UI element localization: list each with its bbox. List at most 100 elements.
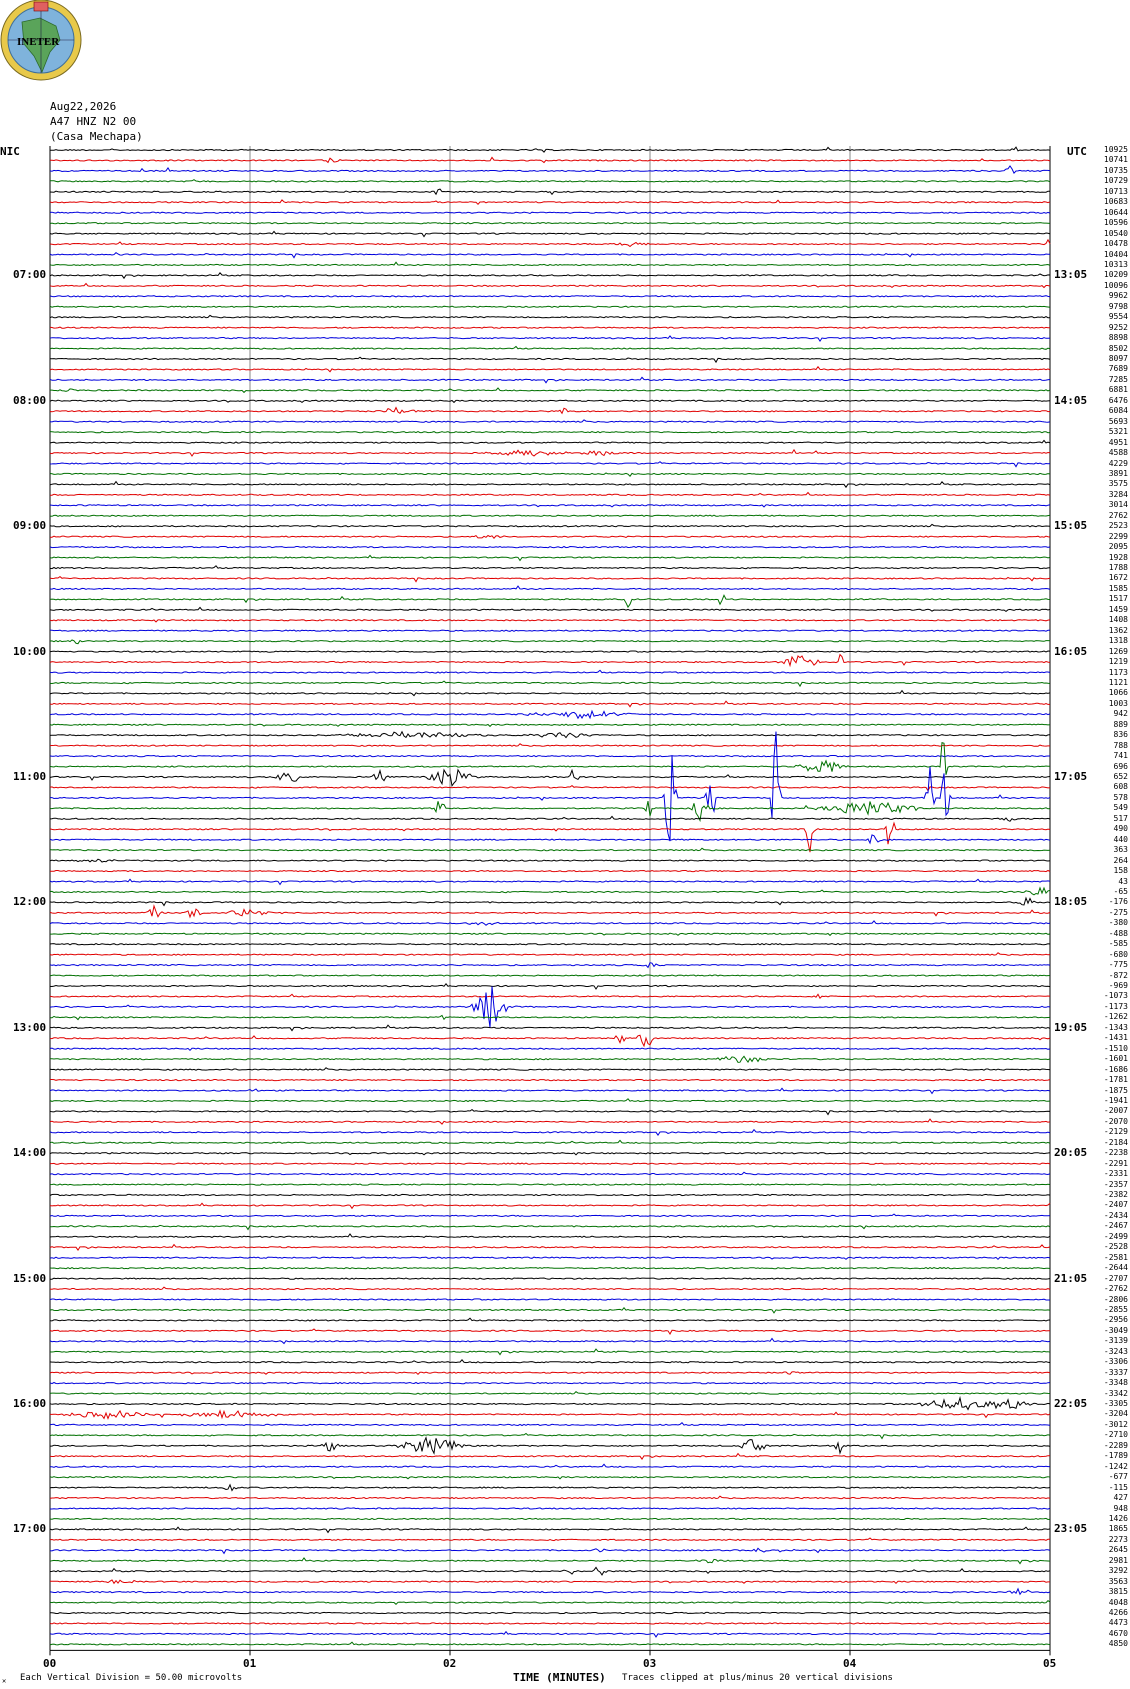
seismic-trace xyxy=(49,272,1051,280)
trace-offset-label: 4670 xyxy=(1108,1628,1128,1638)
trace-offset-label: 158 xyxy=(1113,866,1128,876)
trace-offset-label: -677 xyxy=(1108,1472,1128,1482)
trace-offset-label: -2434 xyxy=(1103,1210,1128,1220)
seismic-trace xyxy=(49,523,1051,528)
seismic-trace xyxy=(49,689,1051,697)
seismic-trace xyxy=(49,480,1051,489)
seismic-trace xyxy=(49,261,1051,267)
seismic-trace xyxy=(49,1213,1051,1218)
seismic-trace xyxy=(49,974,1051,977)
seismic-trace xyxy=(50,1078,1051,1082)
trace-offset-label: 2762 xyxy=(1108,510,1128,520)
seismic-trace xyxy=(49,514,1051,517)
seismic-trace xyxy=(50,1436,1051,1455)
seismic-trace xyxy=(49,821,1051,853)
seismic-trace xyxy=(49,1483,1051,1492)
seismic-trace xyxy=(49,1307,1051,1314)
nic-hour-label: 07:00 xyxy=(13,268,47,282)
trace-offset-label: 1121 xyxy=(1108,677,1128,687)
seismic-trace xyxy=(49,585,1051,591)
trace-offset-label: -2806 xyxy=(1103,1294,1128,1304)
seismic-trace xyxy=(49,1517,1051,1521)
seismic-trace xyxy=(49,993,1051,1000)
seismic-trace xyxy=(49,1557,1051,1565)
x-tick-label: 04 xyxy=(843,1657,857,1671)
seismic-trace xyxy=(49,251,1051,259)
seismic-trace xyxy=(49,834,1051,845)
seismic-trace xyxy=(49,419,1051,423)
trace-offset-label: -1073 xyxy=(1103,991,1128,1001)
trace-offset-label: 1269 xyxy=(1108,646,1128,656)
seismic-trace xyxy=(49,1421,1051,1427)
trace-offset-label: -2467 xyxy=(1103,1221,1128,1231)
seismic-trace xyxy=(49,1381,1051,1385)
seismic-trace xyxy=(49,1641,1051,1646)
trace-offset-label: -2499 xyxy=(1103,1231,1128,1241)
trace-offset-label: 608 xyxy=(1113,782,1128,792)
seismic-trace xyxy=(49,1193,1051,1197)
seismic-trace xyxy=(49,1171,1051,1176)
seismic-trace xyxy=(49,1152,1051,1156)
trace-offset-label: 3815 xyxy=(1108,1587,1128,1597)
seismic-trace xyxy=(49,461,1051,468)
trace-offset-label: 942 xyxy=(1113,709,1128,719)
trace-offset-label: 2645 xyxy=(1108,1545,1128,1555)
nic-hour-label: 11:00 xyxy=(13,770,47,783)
nic-hour-label: 12:00 xyxy=(13,895,47,909)
seismic-trace xyxy=(50,179,1051,183)
trace-offset-label: 1865 xyxy=(1108,1524,1128,1534)
seismic-trace xyxy=(50,801,1051,823)
seismic-trace xyxy=(49,565,1051,570)
trace-offset-label: -2129 xyxy=(1103,1127,1128,1137)
trace-offset-label: -1875 xyxy=(1103,1085,1128,1095)
trace-offset-label: 948 xyxy=(1113,1503,1128,1513)
seismic-trace xyxy=(49,365,1051,373)
seismic-trace xyxy=(50,1463,1050,1468)
trace-offset-label: 1459 xyxy=(1108,604,1128,614)
trace-offset-label: -3305 xyxy=(1103,1399,1128,1408)
trace-offset-label: 3891 xyxy=(1108,468,1128,478)
seismic-trace xyxy=(49,1432,1051,1440)
trace-offset-label: 1173 xyxy=(1108,667,1128,677)
trace-offset-label: 4229 xyxy=(1108,458,1128,468)
nic-hour-label: 17:00 xyxy=(13,1522,47,1536)
trace-offset-label: 1318 xyxy=(1108,636,1128,646)
trace-offset-label: 9962 xyxy=(1108,291,1128,301)
seismic-trace xyxy=(49,305,1051,308)
seismic-trace xyxy=(49,815,1051,822)
seismic-trace xyxy=(49,554,1051,562)
trace-offset-label: -2956 xyxy=(1103,1315,1128,1325)
trace-offset-label: -3049 xyxy=(1103,1325,1128,1335)
seismic-trace xyxy=(49,723,1051,728)
trace-offset-label: 1672 xyxy=(1108,573,1128,583)
trace-offset-label: -488 xyxy=(1108,928,1128,938)
nic-hour-label: 09:00 xyxy=(13,519,47,533)
trace-offset-label: 2523 xyxy=(1108,521,1128,531)
trace-offset-label: 4850 xyxy=(1108,1639,1128,1649)
seismic-trace xyxy=(49,1034,1051,1048)
trace-offset-label: -3306 xyxy=(1103,1357,1128,1367)
trace-offset-label: 10713 xyxy=(1103,186,1128,196)
seismic-trace xyxy=(49,238,1051,248)
trace-offset-label: 549 xyxy=(1113,803,1128,813)
trace-offset-label: 741 xyxy=(1113,751,1128,761)
seismic-trace xyxy=(49,1579,1050,1585)
trace-offset-label: -775 xyxy=(1108,960,1128,970)
trace-offset-label: 2095 xyxy=(1108,542,1128,552)
trace-offset-label: 652 xyxy=(1113,772,1128,781)
trace-offset-label: -380 xyxy=(1108,918,1128,928)
seismic-trace xyxy=(49,188,1051,196)
seismic-trace xyxy=(50,1277,1051,1280)
utc-hour-label: 17:05 xyxy=(1054,770,1088,783)
seismic-trace xyxy=(49,639,1051,645)
seismic-trace xyxy=(49,1452,1050,1460)
seismic-trace xyxy=(49,376,1051,384)
trace-offset-label: -1431 xyxy=(1103,1033,1128,1043)
trace-offset-label: -872 xyxy=(1108,970,1128,980)
seismic-trace xyxy=(49,1233,1051,1238)
seismic-trace xyxy=(49,847,1051,852)
utc-hour-label: 23:05 xyxy=(1054,1522,1088,1536)
seismic-trace xyxy=(49,211,1051,215)
seismic-trace xyxy=(49,1202,1051,1210)
trace-offset-label: -1601 xyxy=(1103,1054,1128,1064)
